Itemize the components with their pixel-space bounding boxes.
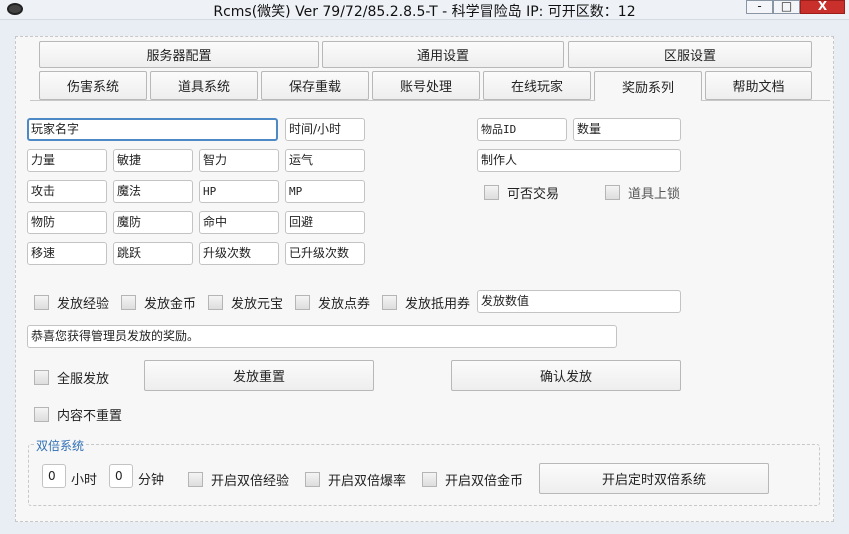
checkbox-box[interactable] bbox=[34, 295, 49, 310]
checkbox-box[interactable] bbox=[484, 185, 499, 200]
double-drop-checkbox[interactable]: 开启双倍爆率 bbox=[305, 470, 406, 489]
int-input[interactable]: 智力 bbox=[199, 149, 279, 172]
quantity-input[interactable]: 数量 bbox=[573, 118, 681, 141]
message-input[interactable]: 恭喜您获得管理员发放的奖励。 bbox=[27, 325, 617, 348]
double-exp-checkbox[interactable]: 开启双倍经验 bbox=[188, 470, 289, 489]
hours-label: 小时 bbox=[71, 473, 98, 488]
creator-input[interactable]: 制作人 bbox=[477, 149, 681, 172]
lock-item-checkbox[interactable]: 道具上锁 bbox=[605, 183, 680, 202]
send-points-label: 发放点券 bbox=[318, 297, 371, 312]
title-bar: Rcms(微笑) Ver 79/72/85.2.8.5-T - 科学冒险岛 IP… bbox=[0, 0, 849, 20]
maximize-button[interactable]: □ bbox=[773, 0, 800, 14]
minutes-stepper[interactable]: 0 bbox=[109, 464, 133, 488]
checkbox-box[interactable] bbox=[295, 295, 310, 310]
reset-button[interactable]: 发放重置 bbox=[144, 360, 374, 391]
tab-item-system[interactable]: 道具系统 bbox=[150, 71, 258, 100]
send-exp-checkbox[interactable]: 发放经验 bbox=[34, 293, 109, 312]
tradeable-checkbox[interactable]: 可否交易 bbox=[484, 183, 559, 202]
send-meso-label: 发放金币 bbox=[144, 297, 197, 312]
send-exp-label: 发放经验 bbox=[57, 297, 110, 312]
jump-input[interactable]: 跳跃 bbox=[113, 242, 193, 265]
server-wide-label: 全服发放 bbox=[57, 372, 110, 387]
dex-input[interactable]: 敏捷 bbox=[113, 149, 193, 172]
close-button[interactable]: X bbox=[800, 0, 845, 14]
no-reset-label: 内容不重置 bbox=[57, 409, 123, 424]
send-points-checkbox[interactable]: 发放点券 bbox=[295, 293, 370, 312]
checkbox-box[interactable] bbox=[34, 407, 49, 422]
send-voucher-checkbox[interactable]: 发放抵用券 bbox=[382, 293, 470, 312]
matk-input[interactable]: 魔法 bbox=[113, 180, 193, 203]
tradeable-label: 可否交易 bbox=[507, 187, 560, 202]
checkbox-box[interactable] bbox=[188, 472, 203, 487]
checkbox-box[interactable] bbox=[34, 370, 49, 385]
time-hour-input[interactable]: 时间/小时 bbox=[285, 118, 365, 141]
luk-input[interactable]: 运气 bbox=[285, 149, 365, 172]
double-meso-label: 开启双倍金币 bbox=[445, 474, 524, 489]
hours-stepper[interactable]: 0 bbox=[42, 464, 66, 488]
tab-online-players[interactable]: 在线玩家 bbox=[483, 71, 591, 100]
upgraded-count-input[interactable]: 已升级次数 bbox=[285, 242, 365, 265]
double-meso-checkbox[interactable]: 开启双倍金币 bbox=[422, 470, 523, 489]
tab-divider bbox=[30, 100, 830, 101]
mdef-input[interactable]: 魔防 bbox=[113, 211, 193, 234]
checkbox-box[interactable] bbox=[382, 295, 397, 310]
minutes-label: 分钟 bbox=[138, 473, 165, 488]
player-name-input[interactable]: 玩家名字 bbox=[27, 118, 278, 141]
hp-input[interactable]: HP bbox=[199, 180, 279, 203]
tab-help[interactable]: 帮助文档 bbox=[705, 71, 812, 100]
confirm-send-button[interactable]: 确认发放 bbox=[451, 360, 681, 391]
str-input[interactable]: 力量 bbox=[27, 149, 107, 172]
server-wide-checkbox[interactable]: 全服发放 bbox=[34, 368, 109, 387]
send-cash-label: 发放元宝 bbox=[231, 297, 284, 312]
double-drop-label: 开启双倍爆率 bbox=[328, 474, 407, 489]
lock-item-label: 道具上锁 bbox=[628, 187, 681, 202]
minimize-button[interactable]: - bbox=[746, 0, 773, 14]
no-reset-checkbox[interactable]: 内容不重置 bbox=[34, 405, 122, 424]
send-voucher-label: 发放抵用券 bbox=[405, 297, 471, 312]
send-cash-checkbox[interactable]: 发放元宝 bbox=[208, 293, 283, 312]
timed-double-button[interactable]: 开启定时双倍系统 bbox=[539, 463, 769, 494]
checkbox-box[interactable] bbox=[305, 472, 320, 487]
speed-input[interactable]: 移速 bbox=[27, 242, 107, 265]
double-exp-label: 开启双倍经验 bbox=[211, 474, 290, 489]
tab-server-config[interactable]: 服务器配置 bbox=[39, 41, 319, 68]
upgrade-count-input[interactable]: 升级次数 bbox=[199, 242, 279, 265]
checkbox-box[interactable] bbox=[422, 472, 437, 487]
checkbox-box[interactable] bbox=[605, 185, 620, 200]
tab-damage-system[interactable]: 伤害系统 bbox=[39, 71, 147, 100]
tab-rewards[interactable]: 奖励系列 bbox=[594, 71, 702, 101]
checkbox-box[interactable] bbox=[208, 295, 223, 310]
window-title: Rcms(微笑) Ver 79/72/85.2.8.5-T - 科学冒险岛 IP… bbox=[213, 4, 636, 20]
item-id-input[interactable]: 物品ID bbox=[477, 118, 567, 141]
tab-save-reload[interactable]: 保存重载 bbox=[261, 71, 369, 100]
pdef-input[interactable]: 物防 bbox=[27, 211, 107, 234]
acc-input[interactable]: 命中 bbox=[199, 211, 279, 234]
checkbox-box[interactable] bbox=[121, 295, 136, 310]
tab-general-settings[interactable]: 通用设置 bbox=[322, 41, 564, 68]
double-system-title: 双倍系统 bbox=[34, 437, 87, 454]
avoid-input[interactable]: 回避 bbox=[285, 211, 365, 234]
send-value-input[interactable]: 发放数值 bbox=[477, 290, 681, 313]
send-meso-checkbox[interactable]: 发放金币 bbox=[121, 293, 196, 312]
atk-input[interactable]: 攻击 bbox=[27, 180, 107, 203]
tab-server-zone-settings[interactable]: 区服设置 bbox=[568, 41, 812, 68]
mp-input[interactable]: MP bbox=[285, 180, 365, 203]
tab-account[interactable]: 账号处理 bbox=[372, 71, 480, 100]
